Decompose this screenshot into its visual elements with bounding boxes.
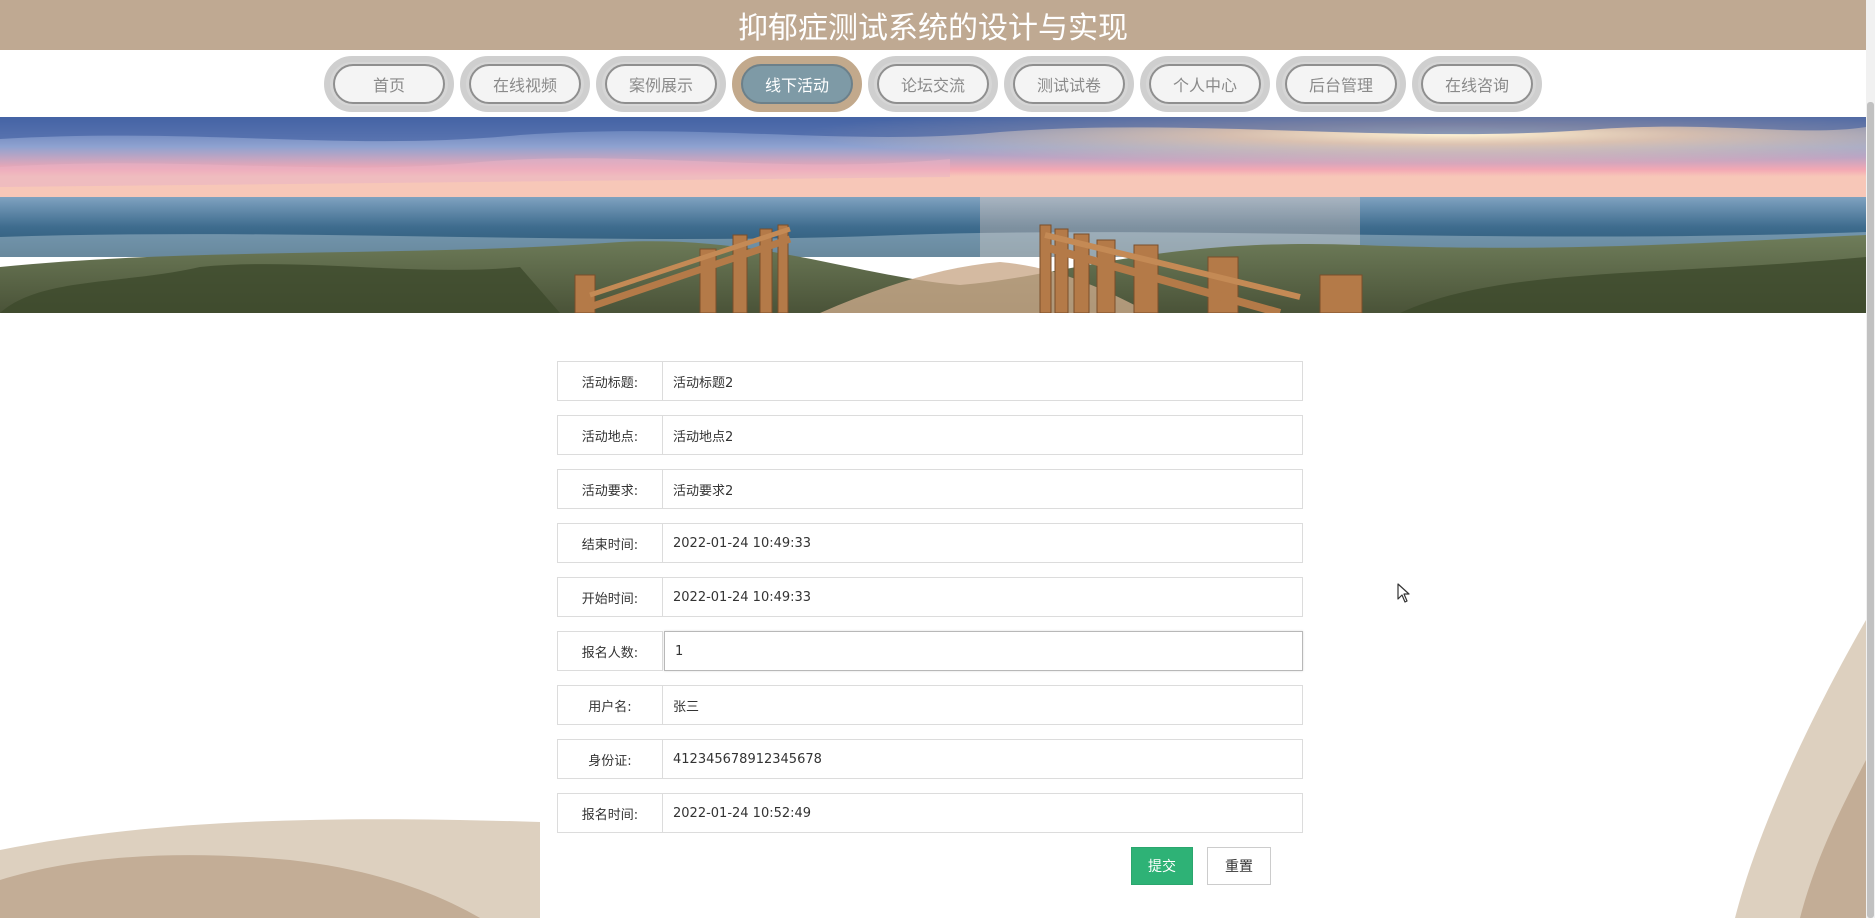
signup-count-label: 报名人数: (557, 631, 663, 671)
site-title: 抑郁症测试系统的设计与实现 (738, 11, 1128, 46)
nav-item-online-video[interactable]: 在线视频 (460, 55, 590, 112)
signup-time-input[interactable] (663, 793, 1303, 833)
form-row-start-time: 开始时间: (557, 577, 1303, 617)
form-row-activity-location: 活动地点: (557, 415, 1303, 455)
form-actions: 提交 重置 (1131, 847, 1271, 885)
page-scrollbar[interactable] (1866, 0, 1875, 918)
start-time-input[interactable] (663, 577, 1303, 617)
end-time-label: 结束时间: (557, 523, 663, 563)
form-row-id-card: 身份证: (557, 739, 1303, 779)
activity-requirements-label: 活动要求: (557, 469, 663, 509)
end-time-input[interactable] (663, 523, 1303, 563)
id-card-label: 身份证: (557, 739, 663, 779)
id-card-input[interactable] (663, 739, 1303, 779)
activity-requirements-input[interactable] (663, 469, 1303, 509)
form-row-end-time: 结束时间: (557, 523, 1303, 563)
nav-item-label: 线下活动 (741, 63, 853, 104)
nav-item-personal-center[interactable]: 个人中心 (1140, 55, 1270, 112)
activity-signup-form: 活动标题: 活动地点: 活动要求: 结束时间: 开始时间: 报名人数: 用户名: (557, 361, 1303, 847)
activity-title-label: 活动标题: (557, 361, 663, 401)
nav-item-offline-activity[interactable]: 线下活动 (732, 55, 862, 112)
nav-item-label: 个人中心 (1149, 63, 1261, 104)
site-header: 抑郁症测试系统的设计与实现 (0, 0, 1866, 50)
nav-item-label: 在线咨询 (1421, 63, 1533, 104)
scrollbar-thumb[interactable] (1867, 102, 1874, 918)
nav-item-case-showcase[interactable]: 案例展示 (596, 55, 726, 112)
start-time-label: 开始时间: (557, 577, 663, 617)
page: 抑郁症测试系统的设计与实现 首页 在线视频 案例展示 线下活动 论坛交流 测试试… (0, 0, 1875, 918)
nav-item-online-consult[interactable]: 在线咨询 (1412, 55, 1542, 112)
activity-location-input[interactable] (663, 415, 1303, 455)
signup-count-input[interactable] (664, 631, 1303, 671)
activity-title-input[interactable] (663, 361, 1303, 401)
mouse-cursor-icon (1397, 583, 1410, 603)
nav-item-label: 后台管理 (1285, 63, 1397, 104)
form-row-username: 用户名: (557, 685, 1303, 725)
nav-item-home[interactable]: 首页 (324, 55, 454, 112)
banner-image (0, 117, 1866, 313)
nav-item-label: 案例展示 (605, 63, 717, 104)
signup-time-label: 报名时间: (557, 793, 663, 833)
main-nav: 首页 在线视频 案例展示 线下活动 论坛交流 测试试卷 个人中心 后台管理 在线… (0, 50, 1866, 117)
reset-button[interactable]: 重置 (1207, 847, 1271, 885)
activity-location-label: 活动地点: (557, 415, 663, 455)
form-row-signup-count: 报名人数: (557, 631, 1303, 671)
nav-item-label: 首页 (333, 63, 445, 104)
form-row-activity-requirements: 活动要求: (557, 469, 1303, 509)
form-row-activity-title: 活动标题: (557, 361, 1303, 401)
submit-button[interactable]: 提交 (1131, 847, 1193, 885)
form-row-signup-time: 报名时间: (557, 793, 1303, 833)
username-input[interactable] (663, 685, 1303, 725)
nav-item-label: 论坛交流 (877, 63, 989, 104)
nav-item-test-papers[interactable]: 测试试卷 (1004, 55, 1134, 112)
nav-item-label: 测试试卷 (1013, 63, 1125, 104)
username-label: 用户名: (557, 685, 663, 725)
nav-item-forum[interactable]: 论坛交流 (868, 55, 998, 112)
nav-item-label: 在线视频 (469, 63, 581, 104)
nav-item-admin[interactable]: 后台管理 (1276, 55, 1406, 112)
